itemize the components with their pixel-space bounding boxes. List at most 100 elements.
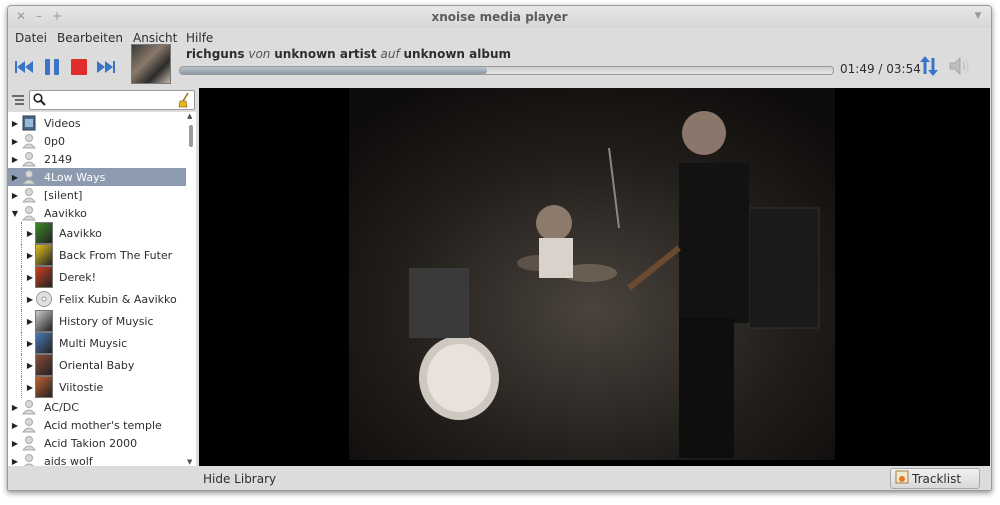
library-search-bar — [8, 88, 196, 112]
library-item-label: Aavikko — [59, 226, 102, 240]
library-item-label: AC/DC — [44, 400, 79, 414]
album-cover[interactable] — [131, 44, 171, 84]
scroll-down-icon[interactable]: ▼ — [187, 458, 192, 466]
expander-collapsed-icon[interactable]: ▶ — [10, 421, 20, 430]
expander-collapsed-icon[interactable]: ▶ — [10, 119, 20, 128]
library-album-row[interactable]: ▶ Aavikko — [8, 222, 186, 244]
menu-bearbeiten[interactable]: Bearbeiten — [57, 31, 123, 45]
library-item-label: [silent] — [44, 188, 83, 202]
expander-collapsed-icon[interactable]: ▶ — [10, 403, 20, 412]
expander-collapsed-icon[interactable]: ▶ — [10, 191, 20, 200]
video-frame — [349, 88, 835, 460]
library-album-row[interactable]: ▶ History of Muysic — [8, 310, 186, 332]
library-album-row[interactable]: ▶ Felix Kubin & Aavikko — [8, 288, 186, 310]
library-artist-row[interactable]: ▶ [silent] — [8, 186, 186, 204]
expander-collapsed-icon[interactable]: ▶ — [25, 339, 35, 348]
library-artist-row[interactable]: ▶ AC/DC — [8, 398, 186, 416]
tracklist-button[interactable]: Tracklist — [890, 468, 980, 489]
album-cover-icon — [35, 244, 53, 266]
library-tree[interactable]: ▶ Videos ▶ 0p0 ▶ 2149 ▶ 4Low Ways ▶ [silent] ▼ Aavi… — [8, 112, 186, 466]
expander-expanded-icon[interactable]: ▼ — [10, 209, 20, 218]
library-artist-row[interactable]: ▶ Videos — [8, 114, 186, 132]
artist-icon — [20, 187, 38, 203]
window-menu-chevron-icon[interactable]: ▼ — [971, 9, 985, 23]
library-item-label: 0p0 — [44, 134, 65, 148]
video-frame-image — [349, 88, 835, 460]
expander-collapsed-icon[interactable]: ▶ — [25, 273, 35, 282]
hide-library-button[interactable]: Hide Library — [203, 472, 276, 486]
library-artist-row[interactable]: ▶ aids wolf — [8, 452, 186, 466]
expander-collapsed-icon[interactable]: ▶ — [25, 295, 35, 304]
library-item-label: Oriental Baby — [59, 358, 135, 372]
time-display: 01:49 / 03:54 — [840, 62, 921, 76]
library-item-label: Aavikko — [44, 206, 87, 220]
video-area[interactable] — [199, 88, 990, 466]
album-cover-icon — [35, 332, 53, 354]
expander-collapsed-icon[interactable]: ▶ — [25, 251, 35, 260]
album-cover-icon — [35, 310, 53, 332]
artist-icon — [20, 399, 38, 415]
library-album-row[interactable]: ▶ Viitostie — [8, 376, 186, 398]
menu-ansicht[interactable]: Ansicht — [133, 31, 177, 45]
menu-hilfe[interactable]: Hilfe — [186, 31, 213, 45]
library-item-label: Acid Takion 2000 — [44, 436, 138, 450]
volume-button[interactable] — [948, 55, 972, 77]
album-cover-icon — [35, 376, 53, 398]
by-word: von — [248, 47, 271, 61]
library-artist-row[interactable]: ▶ Acid Takion 2000 — [8, 434, 186, 452]
library-album-row[interactable]: ▶ Back From The Futer — [8, 244, 186, 266]
library-item-label: Back From The Futer — [59, 248, 173, 262]
artist-icon — [20, 453, 38, 466]
library-artist-row[interactable]: ▶ Acid mother's temple — [8, 416, 186, 434]
search-field[interactable] — [29, 90, 195, 110]
artist-icon — [20, 133, 38, 149]
pause-button[interactable] — [41, 56, 63, 78]
expander-collapsed-icon[interactable]: ▶ — [10, 173, 20, 182]
expander-collapsed-icon[interactable]: ▶ — [25, 361, 35, 370]
library-item-label: Multi Muysic — [59, 336, 128, 350]
track-album: unknown album — [403, 47, 511, 61]
stop-icon — [71, 59, 87, 75]
library-album-row[interactable]: ▶ Multi Muysic — [8, 332, 186, 354]
artist-icon — [20, 169, 38, 185]
expander-collapsed-icon[interactable]: ▶ — [25, 317, 35, 326]
album-cover-icon — [35, 222, 53, 244]
library-album-row[interactable]: ▶ Oriental Baby — [8, 354, 186, 376]
repeat-button[interactable] — [918, 55, 940, 77]
library-artist-row[interactable]: ▶ 2149 — [8, 150, 186, 168]
cd-icon — [35, 291, 53, 307]
library-panel: ▶ Videos ▶ 0p0 ▶ 2149 ▶ 4Low Ways ▶ [silent] ▼ Aavi… — [8, 88, 196, 466]
clear-search-broom-icon[interactable] — [177, 92, 191, 111]
expander-collapsed-icon[interactable]: ▶ — [25, 383, 35, 392]
scroll-up-icon[interactable]: ▲ — [187, 112, 192, 120]
artist-icon — [20, 151, 38, 167]
library-artist-row[interactable]: ▶ 0p0 — [8, 132, 186, 150]
on-word: auf — [380, 47, 400, 61]
search-input[interactable] — [48, 93, 174, 107]
expander-collapsed-icon[interactable]: ▶ — [10, 137, 20, 146]
library-artist-row[interactable]: ▼ Aavikko — [8, 204, 186, 222]
expander-collapsed-icon[interactable]: ▶ — [25, 229, 35, 238]
expander-collapsed-icon[interactable]: ▶ — [10, 439, 20, 448]
library-album-row[interactable]: ▶ Derek! — [8, 266, 186, 288]
library-item-label: History of Muysic — [59, 314, 154, 328]
repeat-icon — [920, 56, 938, 76]
expander-collapsed-icon[interactable]: ▶ — [10, 457, 20, 466]
expander-collapsed-icon[interactable]: ▶ — [10, 155, 20, 164]
seek-bar-fill — [180, 67, 487, 74]
menu-datei[interactable]: Datei — [15, 31, 47, 45]
library-scroll-thumb[interactable] — [189, 125, 193, 147]
next-button[interactable] — [95, 56, 117, 78]
video-folder-icon — [20, 115, 38, 131]
library-item-label: Viitostie — [59, 380, 104, 394]
library-item-label: Derek! — [59, 270, 97, 284]
artist-icon — [20, 417, 38, 433]
library-item-label: Videos — [44, 116, 81, 130]
seek-bar[interactable] — [179, 66, 834, 75]
library-scrollbar[interactable]: ▲ ▼ — [186, 112, 196, 466]
library-artist-row[interactable]: ▶ 4Low Ways — [8, 168, 186, 186]
previous-button[interactable] — [13, 56, 35, 78]
collapse-all-icon[interactable] — [11, 93, 25, 110]
stop-button[interactable] — [68, 56, 90, 78]
status-bar: Hide Library Tracklist — [8, 466, 991, 490]
